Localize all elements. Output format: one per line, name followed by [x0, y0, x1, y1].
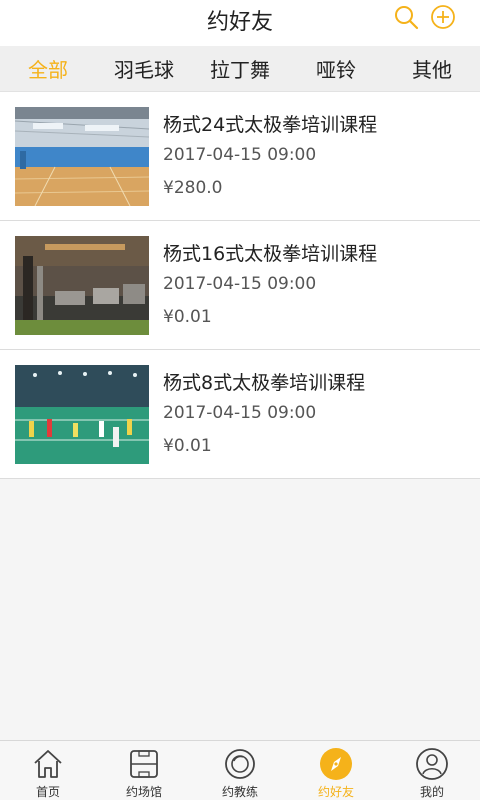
nav-label: 约好友 [317, 785, 354, 799]
nav-label: 我的 [419, 785, 444, 799]
course-list-item[interactable]: 杨式8式太极拳培训课程 2017-04-15 09:00 ¥0.01 [0, 350, 480, 479]
nav-venue[interactable]: 约场馆 [96, 741, 192, 800]
tab-latin-dance[interactable]: 拉丁舞 [192, 46, 288, 91]
coach-icon [223, 747, 257, 781]
app-screen: 约好友 全部 羽毛球 拉丁舞 哑铃 其他 杨式24式太极拳培训课程 2017-0… [0, 0, 480, 800]
nav-home[interactable]: 首页 [0, 741, 96, 800]
badminton-court-photo [15, 365, 149, 464]
venue-icon [127, 747, 161, 781]
tab-all[interactable]: 全部 [0, 46, 96, 91]
tab-badminton[interactable]: 羽毛球 [96, 46, 192, 91]
course-time: 2017-04-15 09:00 [163, 403, 317, 423]
course-price: ¥280.0 [163, 178, 223, 198]
compass-icon [319, 747, 353, 781]
course-list-item[interactable]: 杨式24式太极拳培训课程 2017-04-15 09:00 ¥280.0 [0, 92, 480, 221]
profile-icon [415, 747, 449, 781]
tab-other[interactable]: 其他 [384, 46, 480, 91]
nav-label: 约教练 [221, 785, 258, 799]
course-title: 杨式24式太极拳培训课程 [163, 114, 378, 136]
course-list: 杨式24式太极拳培训课程 2017-04-15 09:00 ¥280.0 杨式1… [0, 92, 480, 479]
gym-hall-photo [15, 107, 149, 206]
course-price: ¥0.01 [163, 307, 212, 327]
fitness-room-photo [15, 236, 149, 335]
bottom-nav: 首页 约场馆 约教练 约好友 我的 [0, 740, 480, 800]
nav-label: 首页 [35, 785, 60, 799]
nav-friends[interactable]: 约好友 [288, 741, 384, 800]
course-title: 杨式16式太极拳培训课程 [163, 243, 378, 265]
nav-label: 约场馆 [125, 785, 162, 799]
course-list-item[interactable]: 杨式16式太极拳培训课程 2017-04-15 09:00 ¥0.01 [0, 221, 480, 350]
home-icon [31, 747, 65, 781]
tab-dumbbell[interactable]: 哑铃 [288, 46, 384, 91]
nav-coach[interactable]: 约教练 [192, 741, 288, 800]
course-time: 2017-04-15 09:00 [163, 145, 317, 165]
course-title: 杨式8式太极拳培训课程 [163, 372, 366, 394]
plus-circle-icon[interactable] [430, 4, 456, 30]
course-price: ¥0.01 [163, 436, 212, 456]
search-icon[interactable] [393, 4, 419, 30]
category-tabs: 全部 羽毛球 拉丁舞 哑铃 其他 [0, 46, 480, 92]
nav-profile[interactable]: 我的 [384, 741, 480, 800]
top-bar: 约好友 [0, 0, 480, 46]
course-time: 2017-04-15 09:00 [163, 274, 317, 294]
